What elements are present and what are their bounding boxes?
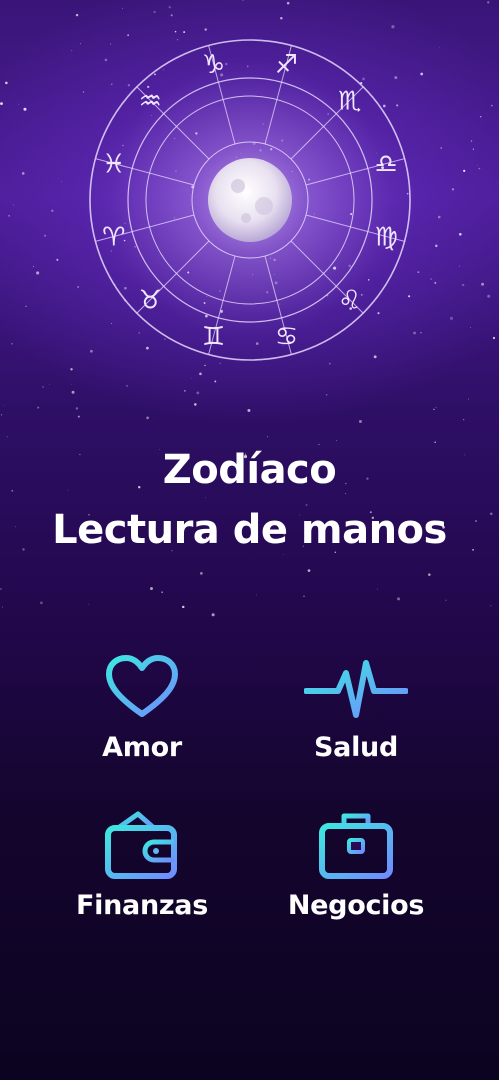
feature-label: Salud: [314, 732, 398, 763]
moon-icon: [208, 158, 292, 242]
briefcase-icon: [319, 813, 393, 879]
feature-salud: Salud: [256, 652, 456, 763]
feature-label: Amor: [102, 732, 182, 763]
heart-icon: [106, 655, 178, 717]
feature-finanzas: Finanzas: [42, 810, 242, 921]
zodiac-sign-icon: ♓: [102, 150, 125, 180]
zodiac-sign-icon: ♐: [275, 50, 298, 80]
zodiac-sign-icon: ♍: [375, 222, 398, 252]
feature-negocios: Negocios: [256, 810, 456, 921]
headline-line-2: Lectura de manos: [52, 507, 447, 553]
wallet-icon: [105, 811, 177, 879]
zodiac-sign-icon: ♒: [139, 86, 162, 116]
zodiac-wheel: ♑ ♐ ♏ ♎ ♍ ♌ ♋ ♊ ♉ ♈ ♓ ♒: [86, 36, 414, 364]
feature-label: Finanzas: [76, 890, 208, 921]
zodiac-sign-icon: ♉: [139, 286, 162, 316]
headline-line-1: Zodíaco: [162, 447, 337, 493]
zodiac-sign-icon: ♊: [202, 322, 225, 352]
zodiac-sign-icon: ♑: [202, 50, 225, 80]
zodiac-sign-icon: ♏: [338, 86, 361, 116]
headline: Zodíaco Lectura de manos: [0, 440, 499, 560]
feature-label: Negocios: [287, 890, 425, 921]
zodiac-sign-icon: ♈: [102, 222, 125, 252]
feature-amor: Amor: [42, 652, 242, 763]
heartbeat-icon: [304, 660, 408, 718]
zodiac-sign-icon: ♌: [338, 286, 361, 316]
zodiac-sign-icon: ♎: [375, 150, 398, 180]
zodiac-sign-icon: ♋: [275, 322, 298, 352]
